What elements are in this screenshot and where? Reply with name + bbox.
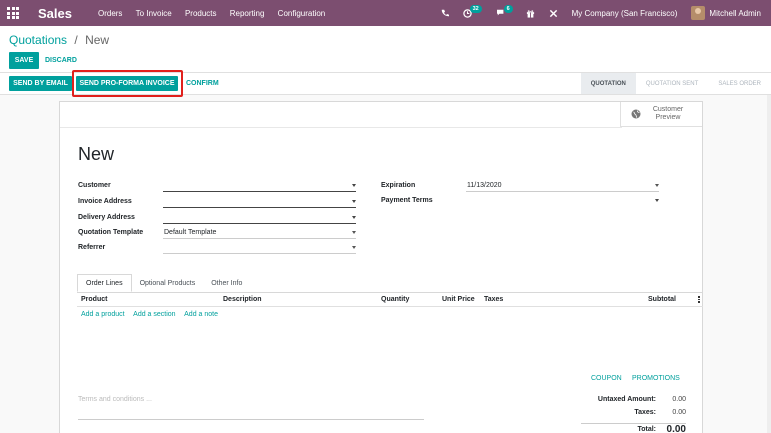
breadcrumb-quotations[interactable]: Quotations [9, 33, 67, 47]
taxes-row: Taxes: 0.00 [581, 409, 686, 422]
expiration-label: Expiration [381, 182, 416, 189]
optional-columns-icon[interactable] [698, 296, 700, 304]
apps-grid-icon [7, 7, 19, 19]
user-menu[interactable]: Mitchell Admin [709, 9, 761, 18]
breadcrumb: Quotations / New [9, 33, 109, 47]
menu-orders[interactable]: Orders [98, 9, 122, 18]
invoice-address-label: Invoice Address [78, 198, 132, 205]
record-title: New [78, 144, 115, 164]
chevron-down-icon [655, 184, 659, 187]
coupon-button[interactable]: COUPON [591, 375, 622, 382]
user-avatar[interactable] [691, 6, 706, 20]
promotions-button[interactable]: PROMOTIONS [632, 375, 680, 382]
stage-quotation[interactable]: QUOTATION [580, 73, 636, 94]
customer-preview-line1: Customer [652, 106, 684, 113]
order-lines-header: Product Description Quantity Unit Price … [77, 293, 703, 307]
activities-button[interactable]: 32 [462, 0, 482, 26]
untaxed-value: 0.00 [672, 396, 686, 403]
referrer-field[interactable] [163, 243, 356, 254]
quotation-template-field[interactable]: Default Template [163, 228, 356, 239]
globe-icon [631, 109, 641, 119]
form-sheet: Customer Preview New Customer Invoice Ad… [59, 101, 703, 433]
chevron-down-icon [655, 199, 659, 202]
add-product-link[interactable]: Add a product [81, 311, 125, 318]
systray: 32 6 My Company (San Francisco) Mitchell… [441, 0, 771, 26]
total-value: 0.00 [666, 424, 686, 433]
add-note-link[interactable]: Add a note [184, 311, 218, 318]
delivery-address-field[interactable] [163, 213, 356, 224]
chevron-down-icon [352, 231, 356, 234]
terms-and-conditions-field[interactable]: Terms and conditions ... [78, 396, 424, 420]
confirm-button[interactable]: CONFIRM [186, 76, 219, 91]
column-subtotal[interactable]: Subtotal [648, 296, 676, 303]
control-panel: Quotations / New SAVE DISCARD [0, 26, 771, 73]
customer-label: Customer [78, 182, 111, 189]
customer-preview-button[interactable]: Customer Preview [620, 102, 702, 127]
referrer-label: Referrer [78, 244, 106, 251]
save-button[interactable]: SAVE [9, 52, 39, 69]
breadcrumb-separator: / [74, 33, 78, 47]
messages-badge: 6 [503, 5, 513, 13]
add-line-links: Add a product Add a section Add a note [81, 311, 225, 318]
page-scrollbar[interactable] [767, 95, 771, 433]
payment-terms-field[interactable] [466, 196, 659, 207]
tools-icon [549, 9, 557, 17]
menu-to-invoice[interactable]: To Invoice [136, 9, 172, 18]
untaxed-label: Untaxed Amount: [597, 396, 656, 403]
stage-bar: QUOTATION QUOTATION SENT SALES ORDER [580, 73, 771, 94]
activities-badge: 32 [469, 5, 482, 13]
highlight-box [72, 70, 183, 97]
column-taxes[interactable]: Taxes [484, 296, 503, 303]
send-by-email-button[interactable]: SEND BY EMAIL [9, 76, 72, 91]
phone-icon [441, 9, 449, 17]
total-row: Total: 0.00 [581, 423, 686, 433]
taxes-value: 0.00 [672, 409, 686, 416]
total-label: Total: [637, 426, 656, 433]
stage-sales-order[interactable]: SALES ORDER [708, 73, 771, 94]
tab-optional-products[interactable]: Optional Products [132, 274, 204, 292]
app-name[interactable]: Sales [38, 6, 72, 21]
tab-other-info[interactable]: Other Info [203, 274, 250, 292]
discard-button[interactable]: DISCARD [45, 52, 77, 69]
delivery-address-label: Delivery Address [78, 214, 135, 221]
company-switcher[interactable]: My Company (San Francisco) [572, 9, 678, 18]
customer-preview-line2: Preview [655, 114, 681, 121]
messages-button[interactable]: 6 [496, 0, 513, 26]
untaxed-row: Untaxed Amount: 0.00 [581, 396, 686, 409]
column-quantity[interactable]: Quantity [381, 296, 409, 303]
column-product[interactable]: Product [81, 296, 107, 303]
gift-icon [526, 9, 534, 18]
sheet-divider [60, 127, 622, 128]
column-unit-price[interactable]: Unit Price [442, 296, 475, 303]
tools-button[interactable] [549, 0, 558, 26]
invoice-address-field[interactable] [163, 197, 356, 208]
quotation-template-label: Quotation Template [78, 229, 144, 236]
chevron-down-icon [352, 246, 356, 249]
expiration-value: 11/13/2020 [467, 182, 502, 189]
expiration-field[interactable]: 11/13/2020 [466, 181, 659, 192]
chevron-down-icon [352, 200, 356, 203]
notebook-tabs: Order Lines Optional Products Other Info [77, 274, 250, 292]
quotation-template-value: Default Template [164, 229, 217, 236]
menu-configuration[interactable]: Configuration [278, 9, 326, 18]
customer-preview-label: Customer Preview [648, 106, 688, 122]
top-navbar: Sales Orders To Invoice Products Reporti… [0, 0, 771, 26]
chevron-down-icon [352, 216, 356, 219]
menu-products[interactable]: Products [185, 9, 217, 18]
customer-dropdown[interactable] [163, 181, 356, 192]
payment-terms-label: Payment Terms [381, 197, 433, 204]
taxes-label: Taxes: [634, 409, 656, 416]
gift-button[interactable] [526, 0, 535, 26]
tab-order-lines[interactable]: Order Lines [77, 274, 132, 292]
phone-button[interactable] [441, 0, 449, 26]
main-menu: Orders To Invoice Products Reporting Con… [98, 9, 336, 18]
column-description[interactable]: Description [223, 296, 262, 303]
menu-reporting[interactable]: Reporting [230, 9, 265, 18]
apps-menu-button[interactable] [0, 0, 26, 26]
chevron-down-icon [352, 184, 356, 187]
stage-quotation-sent[interactable]: QUOTATION SENT [636, 73, 708, 94]
add-section-link[interactable]: Add a section [133, 311, 175, 318]
totals-block: Untaxed Amount: 0.00 Taxes: 0.00 Total: … [581, 396, 686, 433]
breadcrumb-current: New [85, 33, 110, 47]
